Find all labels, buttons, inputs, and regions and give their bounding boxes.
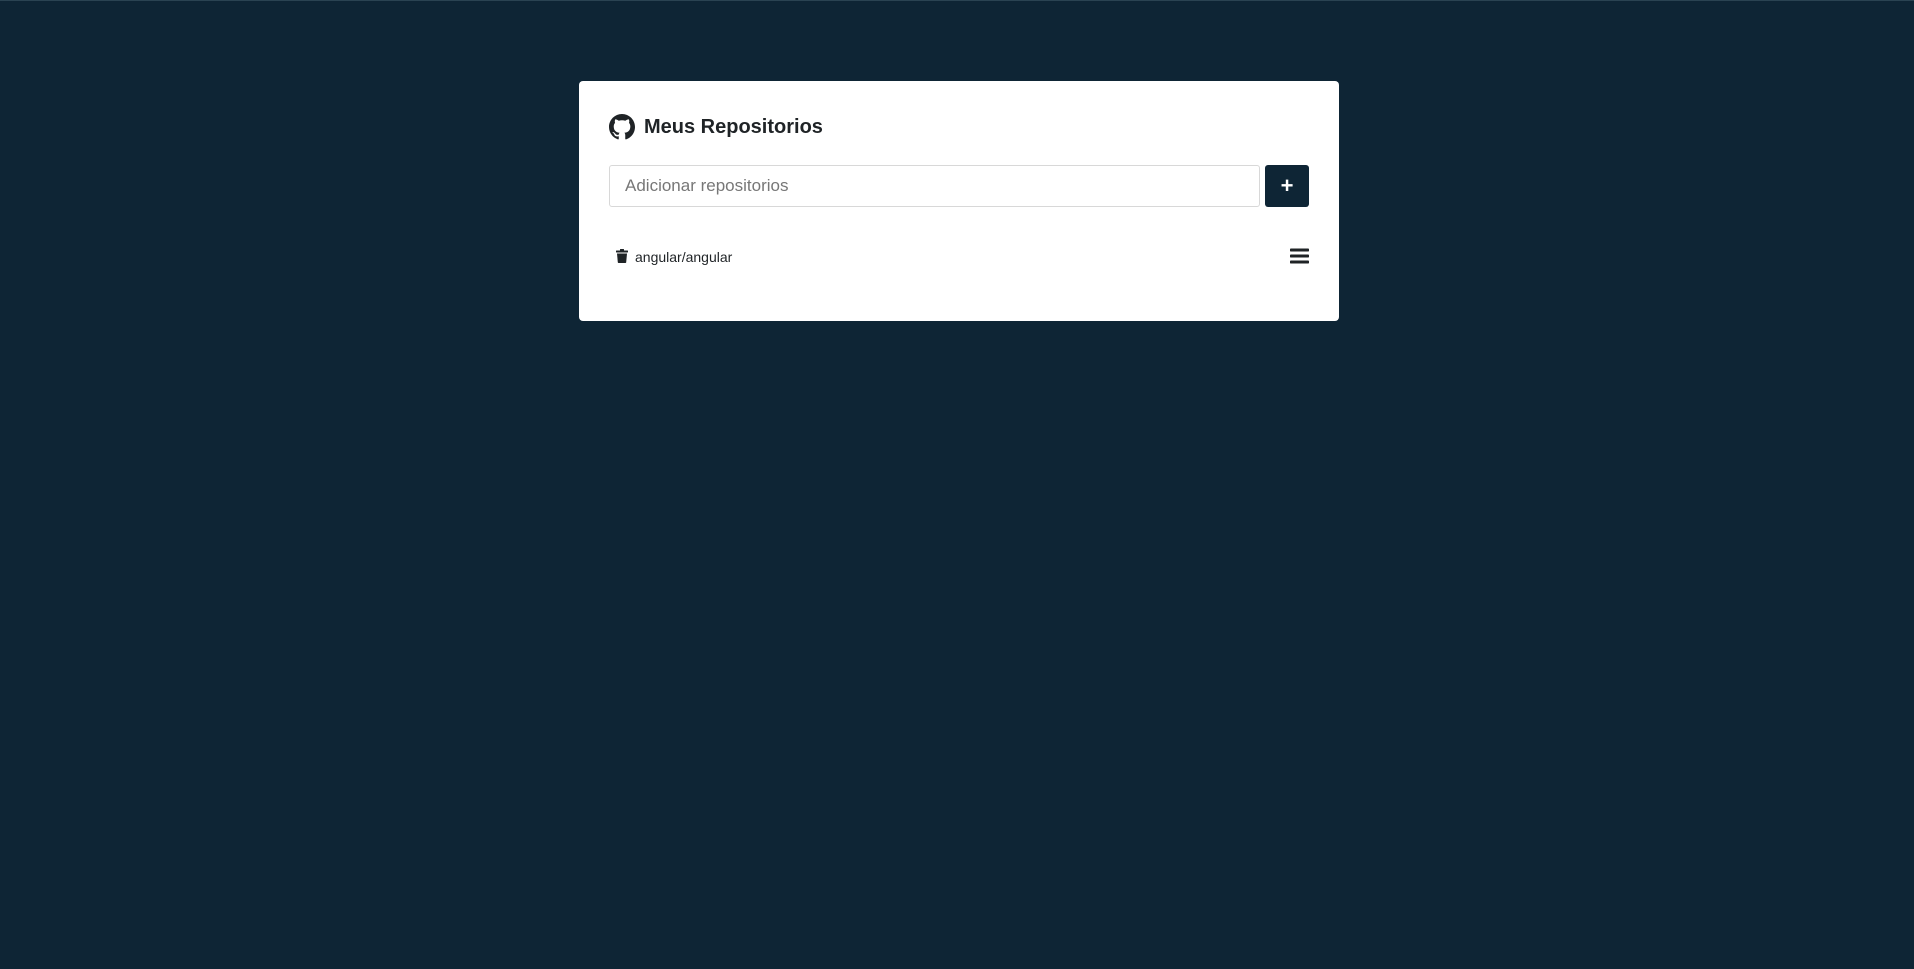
list-item: angular/angular	[609, 243, 1309, 269]
trash-icon[interactable]	[615, 248, 629, 264]
repository-name: angular/angular	[635, 249, 733, 265]
github-icon	[609, 114, 635, 140]
add-repository-form: +	[609, 165, 1309, 207]
top-border	[0, 0, 1914, 1]
repositories-card: Meus Repositorios + angular/angular	[579, 81, 1339, 321]
add-repository-button[interactable]: +	[1265, 165, 1309, 207]
card-header: Meus Repositorios	[609, 112, 1309, 142]
list-item-left: angular/angular	[615, 247, 732, 265]
repository-input[interactable]	[609, 165, 1260, 207]
repository-list: angular/angular	[609, 243, 1309, 269]
menu-icon[interactable]	[1289, 247, 1309, 265]
page-title: Meus Repositorios	[644, 115, 823, 138]
plus-icon: +	[1280, 173, 1294, 198]
